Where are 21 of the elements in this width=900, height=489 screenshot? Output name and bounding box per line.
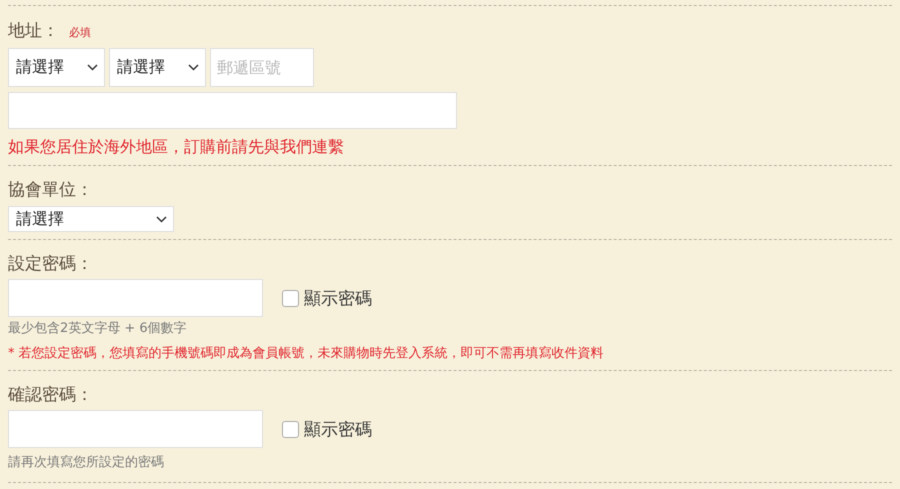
- field-label: 協會單位：: [8, 180, 93, 200]
- password-hint: 請再次填寫您所設定的密碼: [8, 454, 164, 472]
- chevron-down-icon: [188, 64, 199, 71]
- show-password-checkbox[interactable]: 顯示密碼: [282, 286, 372, 310]
- postal-code-field[interactable]: 郵遞區號: [210, 48, 314, 87]
- password-hint: 最少包含2英文字母 + 6個數字: [8, 320, 187, 338]
- overseas-notice: 如果您居住於海外地區，訂購前請先與我們連繫: [8, 136, 344, 158]
- required-tag: 必填: [69, 25, 91, 40]
- dropdown-select[interactable]: 請選擇: [8, 48, 105, 87]
- dropdown-select[interactable]: 請選擇: [109, 48, 206, 87]
- field-label: 確認密碼：: [8, 385, 93, 405]
- show-password-checkbox[interactable]: 顯示密碼: [282, 418, 372, 440]
- password-field[interactable]: [8, 410, 263, 448]
- chevron-down-icon: [87, 64, 98, 71]
- address-field[interactable]: [8, 92, 457, 129]
- member-notice: * 若您設定密碼，您填寫的手機號碼即成為會員帳號，未來購物時先登入系統，即可不需再填寫收件資料: [8, 345, 604, 363]
- field-label: 設定密碼：: [8, 254, 93, 274]
- field-label: 地址：: [8, 21, 59, 41]
- dropdown-select[interactable]: 請選擇: [8, 206, 174, 232]
- chevron-down-icon: [156, 216, 167, 222]
- password-field[interactable]: [8, 279, 263, 317]
